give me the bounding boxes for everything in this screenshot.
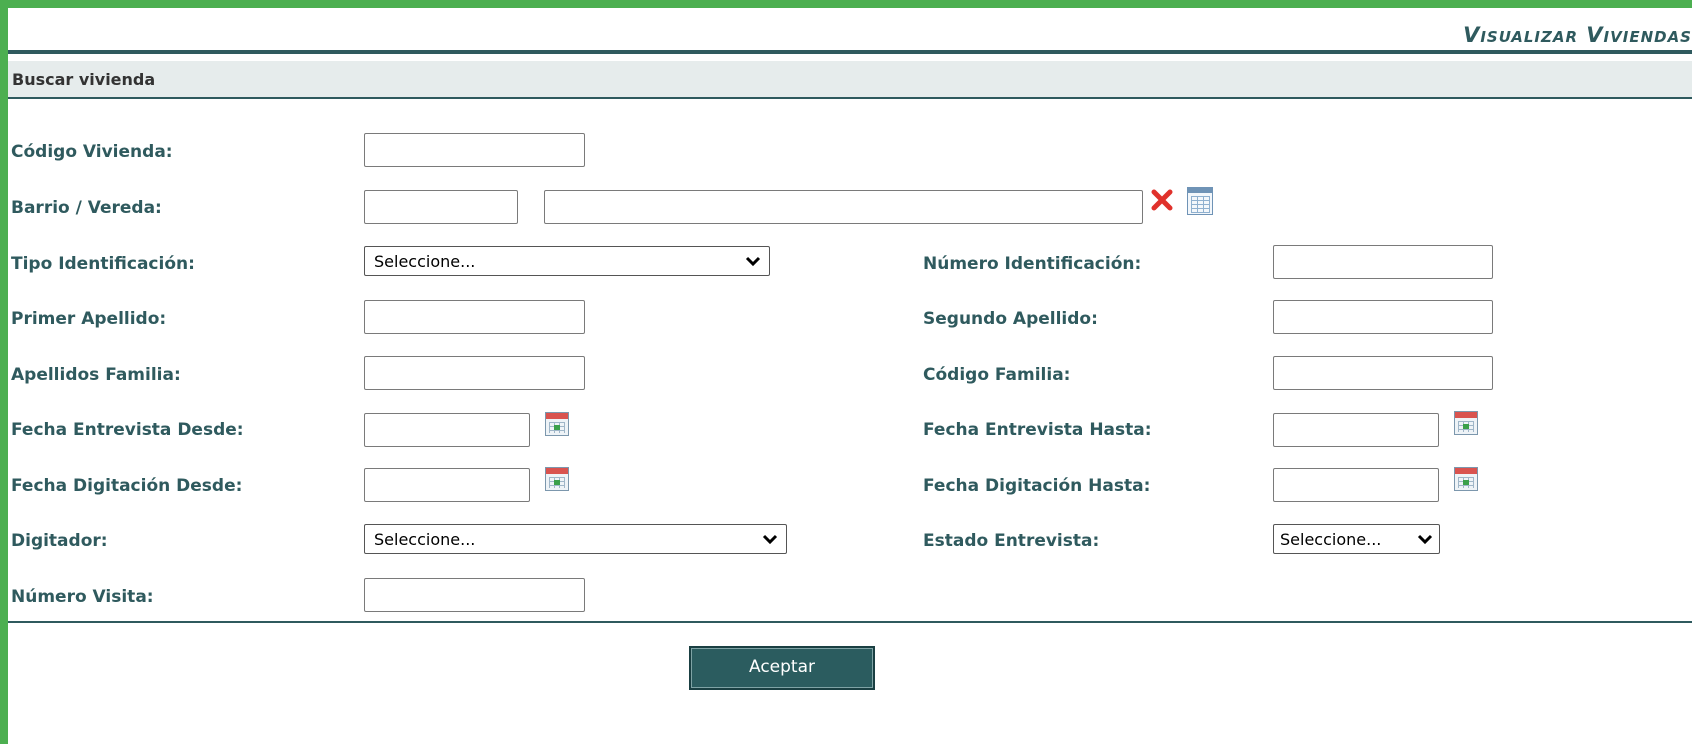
segundo-apellido-input[interactable] (1273, 300, 1493, 334)
fecha-entrevista-desde-label: Fecha Entrevista Desde: (11, 420, 244, 440)
numero-identificacion-label: Número Identificación: (923, 254, 1142, 274)
primer-apellido-input[interactable] (364, 300, 585, 334)
fecha-entrevista-hasta-input[interactable] (1273, 413, 1439, 447)
fecha-entrevista-hasta-label: Fecha Entrevista Hasta: (923, 420, 1152, 440)
segundo-apellido-label: Segundo Apellido: (923, 309, 1098, 329)
header-rule (8, 50, 1692, 54)
digitador-select[interactable]: Seleccione... (364, 524, 787, 554)
digitador-label: Digitador: (11, 531, 108, 551)
chevron-down-icon (1417, 534, 1433, 545)
codigo-vivienda-label: Código Vivienda: (11, 142, 173, 162)
codigo-familia-label: Código Familia: (923, 365, 1071, 385)
codigo-familia-input[interactable] (1273, 356, 1493, 390)
apellidos-familia-input[interactable] (364, 356, 585, 390)
barrio-name-input[interactable] (544, 190, 1143, 224)
section-title: Buscar vivienda (12, 70, 156, 89)
estado-entrevista-label: Estado Entrevista: (923, 531, 1100, 551)
accept-button[interactable]: Aceptar (689, 646, 875, 690)
calendar-icon[interactable] (1454, 467, 1478, 491)
numero-identificacion-input[interactable] (1273, 245, 1493, 279)
estado-entrevista-select[interactable]: Seleccione... (1273, 524, 1440, 554)
fecha-digitacion-hasta-input[interactable] (1273, 468, 1439, 502)
chevron-down-icon (762, 534, 778, 545)
codigo-vivienda-input[interactable] (364, 133, 585, 167)
footer-rule (8, 621, 1692, 623)
fecha-digitacion-desde-input[interactable] (364, 468, 530, 502)
form-panel: Visualizar Viviendas Buscar vivienda Cód… (8, 8, 1692, 744)
lookup-icon[interactable] (1187, 187, 1213, 215)
digitador-selected: Seleccione... (374, 530, 476, 549)
numero-visita-input[interactable] (364, 578, 585, 612)
primer-apellido-label: Primer Apellido: (11, 309, 167, 329)
fecha-digitacion-desde-label: Fecha Digitación Desde: (11, 476, 243, 496)
page-title: Visualizar Viviendas (1463, 23, 1692, 47)
tipo-identificacion-label: Tipo Identificación: (11, 254, 195, 274)
calendar-icon[interactable] (1454, 411, 1478, 435)
barrio-vereda-label: Barrio / Vereda: (11, 198, 162, 218)
estado-entrevista-selected: Seleccione... (1280, 530, 1382, 549)
barrio-code-input[interactable] (364, 190, 518, 224)
calendar-icon[interactable] (545, 412, 569, 436)
section-header: Buscar vivienda (8, 61, 1692, 99)
calendar-icon[interactable] (545, 467, 569, 491)
numero-visita-label: Número Visita: (11, 587, 154, 607)
tipo-identificacion-selected: Seleccione... (374, 252, 476, 271)
apellidos-familia-label: Apellidos Familia: (11, 365, 181, 385)
fecha-digitacion-hasta-label: Fecha Digitación Hasta: (923, 476, 1151, 496)
clear-icon[interactable] (1150, 188, 1174, 212)
fecha-entrevista-desde-input[interactable] (364, 413, 530, 447)
tipo-identificacion-select[interactable]: Seleccione... (364, 246, 770, 276)
chevron-down-icon (745, 256, 761, 267)
